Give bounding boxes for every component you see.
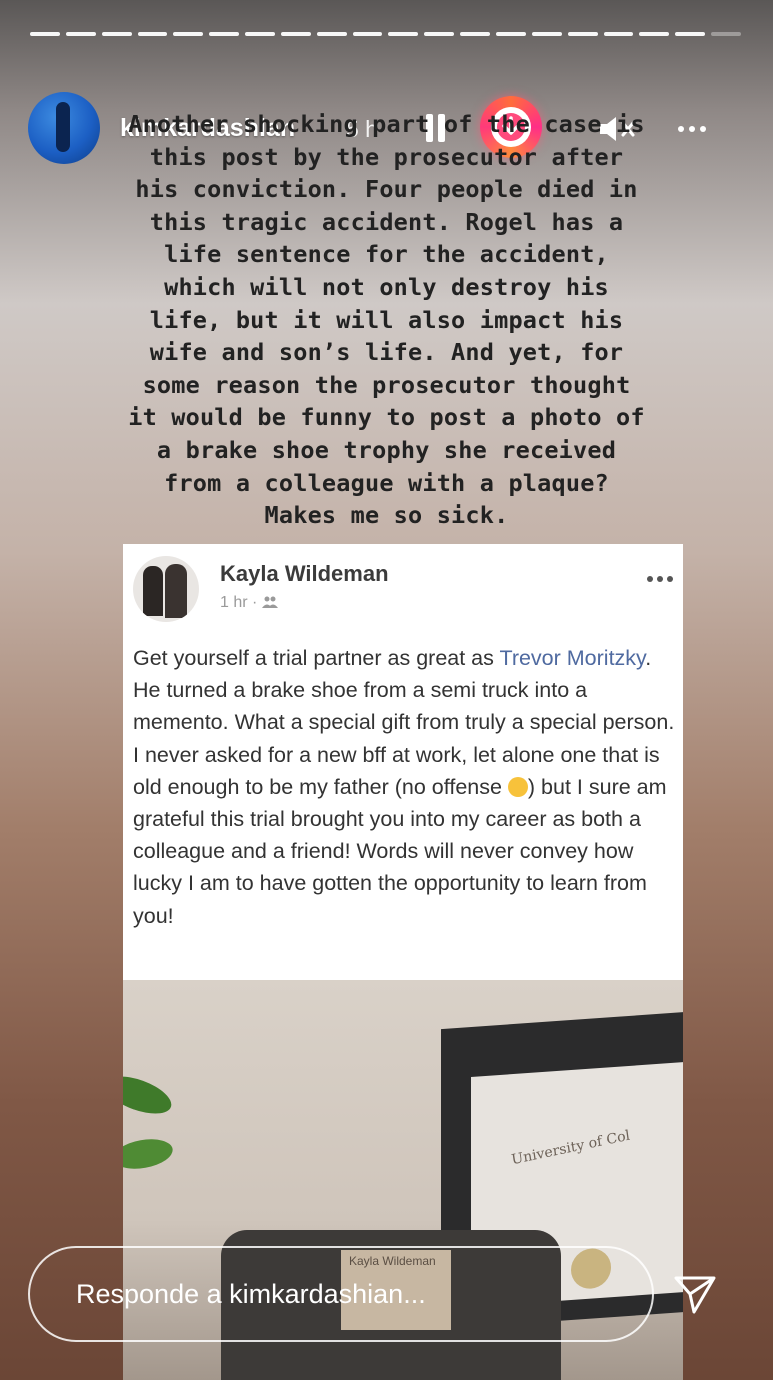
progress-segment bbox=[209, 32, 240, 36]
progress-segment bbox=[388, 32, 419, 36]
caption-line: wife and son’s life. And yet, for bbox=[149, 338, 624, 367]
progress-segment bbox=[424, 32, 455, 36]
post-author-avatar bbox=[133, 556, 199, 622]
progress-segment bbox=[711, 32, 741, 36]
story-caption: Another shocking part of the case is this… bbox=[40, 108, 733, 532]
caption-line: Makes me so sick. bbox=[264, 501, 509, 530]
send-icon[interactable] bbox=[672, 1272, 718, 1316]
caption-line: his conviction. Four people died in bbox=[135, 175, 638, 204]
progress-segment bbox=[352, 32, 383, 36]
progress-segment bbox=[245, 32, 275, 36]
progress-segment bbox=[316, 32, 347, 36]
caption-line: a brake shoe trophy she received bbox=[156, 435, 617, 464]
post-more-icon bbox=[647, 576, 673, 582]
post-text-start: Get yourself a trial partner as great as bbox=[133, 646, 500, 670]
progress-segment bbox=[639, 32, 670, 36]
story-progress-bar bbox=[30, 32, 741, 36]
reply-input[interactable]: Responde a kimkardashian... bbox=[28, 1246, 654, 1342]
progress-segment bbox=[65, 32, 96, 36]
progress-segment bbox=[531, 32, 562, 36]
caption-line: Another shocking part of the case is bbox=[128, 110, 645, 138]
progress-segment bbox=[495, 32, 526, 36]
caption-line: this tragic accident. Rogel has a bbox=[149, 207, 624, 236]
progress-segment bbox=[30, 32, 60, 36]
progress-segment bbox=[101, 32, 132, 36]
post-timestamp: 1 hr · bbox=[220, 594, 262, 611]
progress-segment bbox=[460, 32, 490, 36]
post-meta: 1 hr · bbox=[220, 594, 278, 612]
caption-line: life sentence for the accident, bbox=[164, 240, 609, 269]
diploma-text: University of Col bbox=[510, 1127, 632, 1169]
progress-segment bbox=[603, 32, 634, 36]
reply-placeholder: Responde a kimkardashian... bbox=[76, 1279, 426, 1309]
progress-segment bbox=[675, 32, 706, 36]
post-author-name: Kayla Wildeman bbox=[220, 561, 389, 586]
caption-line: this post by the prosecutor after bbox=[149, 142, 624, 171]
caption-line: some reason the prosecutor thought bbox=[142, 370, 631, 399]
caption-line: life, but it will also impact his bbox=[149, 305, 624, 334]
caption-line: from a colleague with a plaque? bbox=[164, 468, 609, 497]
laughing-emoji-icon bbox=[507, 776, 528, 797]
progress-segment bbox=[173, 32, 204, 36]
tagged-person-link: Trevor Moritzky bbox=[499, 646, 646, 670]
progress-segment bbox=[567, 32, 598, 36]
caption-line: it would be funny to post a photo of bbox=[128, 403, 645, 432]
friends-icon bbox=[261, 596, 278, 608]
caption-line: which will not only destroy his bbox=[164, 272, 609, 301]
post-body: Get yourself a trial partner as great as… bbox=[133, 642, 683, 932]
progress-segment bbox=[280, 32, 311, 36]
progress-segment bbox=[137, 32, 168, 36]
